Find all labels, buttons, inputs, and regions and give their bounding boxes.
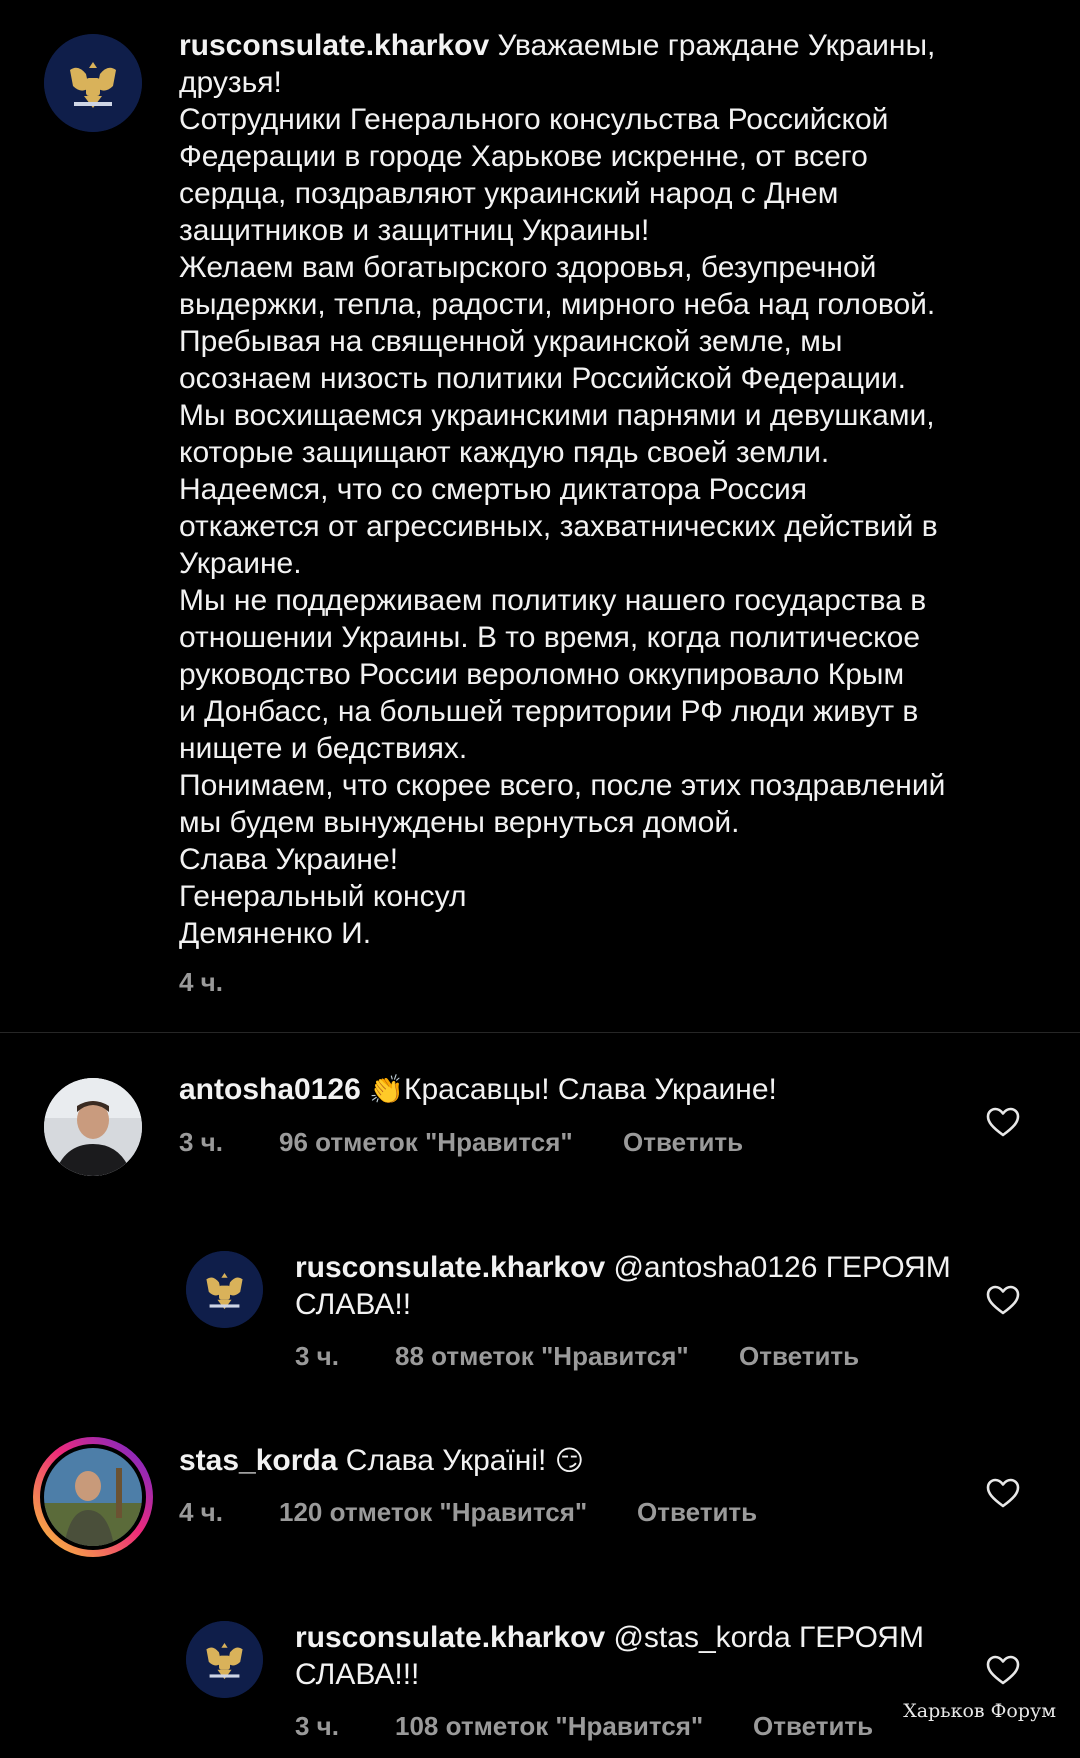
watermark: Харьков Форум [903,1700,1056,1722]
reply-username[interactable]: rusconsulate.kharkov [295,1251,605,1284]
comment-time: 4 ч. [179,1497,224,1527]
comment-meta: 3 ч. 96 отметок "Нравится" Ответить [179,1127,743,1158]
reply-button[interactable]: Ответить [739,1341,859,1372]
like-count[interactable]: 96 отметок "Нравится" [279,1127,623,1158]
caption-line: которые защищают каждую пядь своей земли… [179,436,830,469]
reply-body-line2: СЛАВА!! [295,1288,412,1321]
caption-line: Федерации в городе Харькове искренне, от… [179,140,868,173]
double-headed-eagle-emblem-icon [186,1621,263,1698]
caption-line: Демяненко И. [179,917,372,950]
heart-icon[interactable] [986,1655,1020,1685]
clap-emoji: 👏 [369,1073,404,1106]
comment-body: Слава Україні! [345,1444,547,1477]
commenter-avatar-antosha0126[interactable] [44,1078,142,1176]
caption-line: и Донбасс, на большей территории РФ люди… [179,695,919,728]
caption-line: Уважаемые граждане Украины, [497,29,936,62]
comment-username[interactable]: stas_korda [179,1444,337,1477]
user-photo-icon [44,1078,142,1176]
heart-icon[interactable] [986,1107,1020,1137]
caption-line: Генеральный консул [179,880,467,913]
caption-line: откажется от агрессивных, захватнических… [179,510,938,543]
heart-icon[interactable] [986,1285,1020,1315]
post-caption: rusconsulate.kharkov Уважаемые граждане … [179,27,1019,952]
caption-line: Мы не поддерживаем политику нашего госуд… [179,584,927,617]
comment-meta: 4 ч. 120 отметок "Нравится" Ответить [179,1497,757,1528]
post-author-avatar[interactable] [44,34,142,132]
reply-time: 3 ч. [295,1341,340,1371]
reply-button[interactable]: Ответить [623,1127,743,1158]
caption-line: Мы восхищаемся украинскими парнями и дев… [179,399,935,432]
reply-meta: 3 ч. 108 отметок "Нравится" Ответить [295,1711,873,1742]
post-username[interactable]: rusconsulate.kharkov [179,29,489,62]
reply-author-avatar[interactable] [186,1251,263,1328]
story-ring[interactable] [33,1437,153,1557]
caption-line: Слава Украине! [179,843,399,876]
caption-line: Сотрудники Генерального консульства Росс… [179,103,889,136]
caption-line: Желаем вам богатырского здоровья, безупр… [179,251,877,284]
like-count[interactable]: 88 отметок "Нравится" [395,1341,739,1372]
post-time: 4 ч. [179,967,224,997]
reply-button[interactable]: Ответить [753,1711,873,1742]
like-count[interactable]: 120 отметок "Нравится" [279,1497,637,1528]
double-headed-eagle-emblem-icon [186,1251,263,1328]
user-photo-icon [44,1448,142,1546]
reply-username[interactable]: rusconsulate.kharkov [295,1621,605,1654]
comment-body: Красавцы! Слава Украине! [403,1073,777,1106]
reply-body-line2: СЛАВА!!! [295,1658,420,1691]
reply-body-line1: @stas_korda ГЕРОЯМ [613,1621,924,1654]
comment-time: 3 ч. [179,1127,224,1157]
caption-line: нищете и бедствиях. [179,732,468,765]
comment-text: antosha0126 👏Красавцы! Слава Украине! [179,1071,959,1108]
like-count[interactable]: 108 отметок "Нравится" [395,1711,753,1742]
smirk-emoji: 😏 [554,1444,584,1477]
comment-text: stas_korda Слава Україні! 😏 [179,1442,959,1479]
caption-line: мы будем вынуждены вернуться домой. [179,806,740,839]
reply-button[interactable]: Ответить [637,1497,757,1528]
caption-line: Понимаем, что скорее всего, после этих п… [179,769,946,802]
reply-author-avatar[interactable] [186,1621,263,1698]
caption-line: выдержки, тепла, радости, мирного неба н… [179,288,936,321]
caption-line: Пребывая на священной украинской земле, … [179,325,843,358]
caption-line: Надеемся, что со смертью диктатора Росси… [179,473,808,506]
caption-line: руководство России вероломно оккупировал… [179,658,905,691]
reply-text: rusconsulate.kharkov @antosha0126 ГЕРОЯМ… [295,1249,955,1323]
reply-text: rusconsulate.kharkov @stas_korda ГЕРОЯМ … [295,1619,955,1693]
reply-time: 3 ч. [295,1711,340,1741]
heart-icon[interactable] [986,1478,1020,1508]
double-headed-eagle-emblem-icon [44,34,142,132]
caption-line: отношении Украины. В то время, когда пол… [179,621,921,654]
caption-line: друзья! [179,66,282,99]
caption-line: Украине. [179,547,302,580]
commenter-avatar-stas_korda [40,1444,146,1550]
caption-line: осознаем низость политики Российской Фед… [179,362,906,395]
reply-meta: 3 ч. 88 отметок "Нравится" Ответить [295,1341,859,1372]
caption-line: сердца, поздравляют украинский народ с Д… [179,177,839,210]
divider [0,1032,1080,1033]
post-meta: 4 ч. [179,967,223,998]
comment-username[interactable]: antosha0126 [179,1073,361,1106]
reply-body-line1: @antosha0126 ГЕРОЯМ [613,1251,951,1284]
caption-line: защитников и защитниц Украины! [179,214,650,247]
